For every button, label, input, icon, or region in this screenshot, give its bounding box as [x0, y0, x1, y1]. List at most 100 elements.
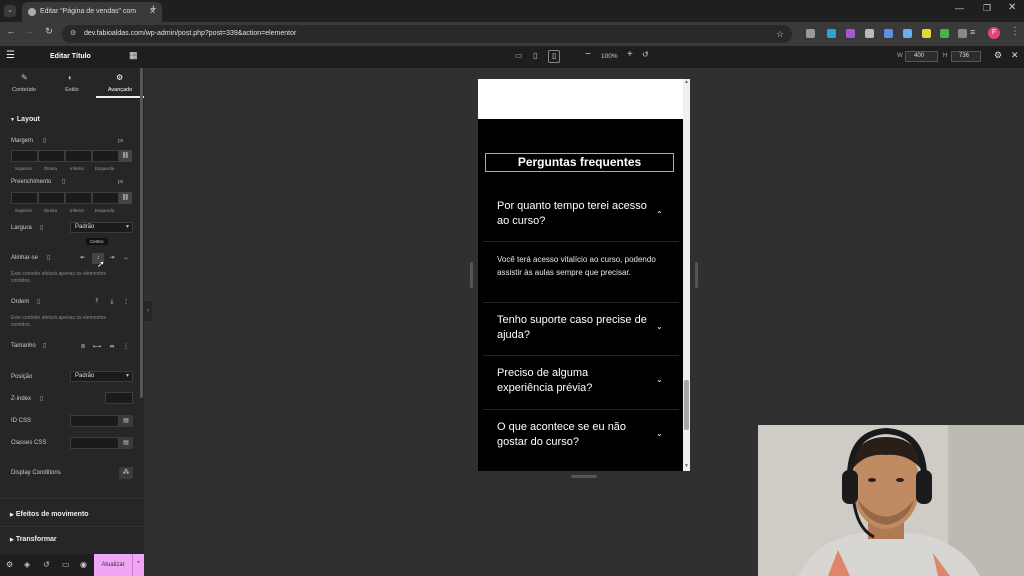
faq-question[interactable]: Tenho suporte caso precise de ajuda? [497, 313, 647, 343]
display-conditions-icon[interactable]: ⁂ [119, 467, 133, 479]
camera-extension-icon[interactable] [865, 29, 874, 38]
tab-estilo[interactable]: ◐ Estilo [48, 68, 96, 98]
size-custom-icon[interactable]: ⋮ [120, 342, 132, 353]
preenchimento-inferior-input[interactable] [65, 192, 92, 204]
faq-title[interactable]: Perguntas frequentes [485, 153, 674, 172]
zindex-input[interactable] [105, 392, 133, 404]
height-input[interactable]: 736 [951, 51, 981, 62]
size-grow-icon[interactable]: ⟷ [91, 342, 103, 353]
tab-search-button[interactable]: ⌄ [4, 5, 16, 17]
preview-eye-icon[interactable]: ◉ [80, 560, 87, 569]
back-icon[interactable]: ← [4, 26, 18, 36]
posicao-select[interactable]: Padrão [70, 371, 133, 382]
chevron-up-icon[interactable]: ⌃ [656, 210, 663, 219]
preview-scrollbar[interactable]: ▲ ▼ [683, 79, 690, 471]
largura-select[interactable]: Padrão [70, 222, 133, 233]
margem-superior-input[interactable] [11, 150, 38, 162]
settings-gear-icon[interactable]: ⚙ [994, 50, 1002, 61]
new-tab-button[interactable]: + [150, 3, 156, 15]
tab-conteudo[interactable]: ✎ Conteúdo [0, 68, 48, 98]
resize-handle-bottom[interactable] [571, 475, 597, 478]
transformar-section-toggle[interactable]: ▶ Transformar [10, 536, 57, 543]
order-end-icon[interactable]: ⤓ [106, 297, 118, 308]
hamburger-menu-icon[interactable]: ☰ [6, 50, 15, 61]
dynamic-tags-icon[interactable]: ▤ [119, 415, 133, 427]
history-icon[interactable]: ↺ [43, 560, 50, 569]
align-start-icon[interactable]: ⇤ [77, 253, 89, 264]
minimize-button[interactable]: — [955, 3, 964, 13]
align-end-icon[interactable]: ⇥ [106, 253, 118, 264]
purple-extension-icon[interactable] [846, 29, 855, 38]
preenchimento-esquerda-input[interactable] [92, 192, 119, 204]
link-values-icon[interactable]: ⛓ [119, 192, 132, 204]
scroll-up-arrow-icon[interactable]: ▲ [684, 79, 689, 85]
green-extension-icon[interactable] [940, 29, 949, 38]
resize-handle-left[interactable] [470, 262, 473, 288]
settings-icon[interactable]: ⚙ [6, 560, 13, 569]
margem-direita-input[interactable] [38, 150, 65, 162]
responsive-device-icon[interactable]: ▯ [40, 395, 43, 402]
faq-question[interactable]: Por quanto tempo terei acesso ao curso? [497, 199, 647, 229]
resize-handle-right[interactable] [695, 262, 698, 288]
browser-tab[interactable]: Editar “Página de vendas” com ✕ [22, 2, 162, 22]
chevron-down-icon[interactable]: ⌄ [656, 429, 663, 438]
faq-question[interactable]: O que acontece se eu não gostar do curso… [497, 420, 647, 450]
efeitos-section-toggle[interactable]: ▶ Efeitos de movimento [10, 511, 89, 518]
order-custom-icon[interactable]: ⋮ [120, 297, 132, 308]
close-responsive-icon[interactable]: ✕ [1011, 50, 1019, 61]
browser-menu-icon[interactable]: ⋮ [1010, 26, 1020, 37]
margem-esquerda-input[interactable] [92, 150, 119, 162]
size-none-icon[interactable]: ⊘ [77, 342, 89, 353]
scroll-down-arrow-icon[interactable]: ▼ [684, 463, 689, 469]
preenchimento-direita-input[interactable] [38, 192, 65, 204]
responsive-device-icon[interactable]: ▯ [62, 178, 65, 185]
profile-avatar[interactable]: F [988, 27, 1000, 39]
zoom-in-icon[interactable]: + [627, 49, 633, 60]
responsive-device-icon[interactable]: ▯ [47, 254, 50, 261]
reset-zoom-icon[interactable]: ↺ [642, 50, 649, 59]
reload-icon[interactable]: ↻ [42, 26, 56, 37]
unit-select[interactable]: px [118, 138, 123, 144]
order-start-icon[interactable]: ⤒ [91, 297, 103, 308]
update-button[interactable]: Atualizar [94, 554, 132, 576]
responsive-device-icon[interactable]: ▯ [40, 224, 43, 231]
tablet-view-icon[interactable]: ▯ [533, 51, 537, 60]
widgets-grid-icon[interactable]: ▦ [129, 50, 138, 61]
zoom-out-icon[interactable]: − [585, 49, 591, 60]
desktop-view-icon[interactable]: ▭ [515, 51, 523, 60]
update-options-button[interactable]: ⌃ [132, 554, 144, 576]
site-settings-icon[interactable]: ⚙ [70, 25, 76, 43]
layers-icon[interactable]: ◈ [24, 560, 30, 569]
docs-extension-icon[interactable] [884, 29, 893, 38]
preenchimento-superior-input[interactable] [11, 192, 38, 204]
idcss-input[interactable] [70, 415, 119, 427]
mobile-view-icon[interactable]: ▯ [548, 50, 560, 63]
responsive-device-icon[interactable]: ▯ [43, 137, 46, 144]
classes-input[interactable] [70, 437, 119, 449]
scrollbar-thumb[interactable] [684, 380, 689, 430]
cloud-extension-icon[interactable] [903, 29, 912, 38]
forward-icon[interactable]: → [22, 26, 36, 36]
url-bar[interactable]: ⚙ dev.fabioaldas.com/wp-admin/post.php?p… [62, 25, 792, 43]
tab-avancado[interactable]: ⚙ Avançado [96, 68, 144, 98]
width-input[interactable]: 400 [905, 51, 938, 62]
size-shrink-icon[interactable]: ⇹ [106, 342, 118, 353]
pen-extension-icon[interactable] [806, 29, 815, 38]
link-values-icon[interactable]: ⛓ [119, 150, 132, 162]
faq-question[interactable]: Preciso de alguma experiência prévia? [497, 366, 647, 396]
unit-select[interactable]: px [118, 179, 123, 185]
responsive-device-icon[interactable]: ▯ [43, 342, 46, 349]
collapse-panel-handle[interactable]: ‹ [144, 301, 152, 321]
media-icon[interactable]: ≡ [970, 27, 975, 37]
chevron-down-icon[interactable]: ⌄ [656, 375, 663, 384]
responsive-icon[interactable]: ▭ [62, 560, 70, 569]
puzzle-extension-icon[interactable] [958, 29, 967, 38]
dynamic-tags-icon[interactable]: ▤ [119, 437, 133, 449]
layout-section-toggle[interactable]: ▼ Layout [10, 116, 40, 123]
chevron-down-icon[interactable]: ⌄ [656, 322, 663, 331]
yellow-extension-icon[interactable] [922, 29, 931, 38]
responsive-device-icon[interactable]: ▯ [37, 298, 40, 305]
bookmark-star-icon[interactable]: ☆ [776, 25, 784, 43]
margem-inferior-input[interactable] [65, 150, 92, 162]
panel-scrollbar[interactable] [140, 68, 143, 398]
